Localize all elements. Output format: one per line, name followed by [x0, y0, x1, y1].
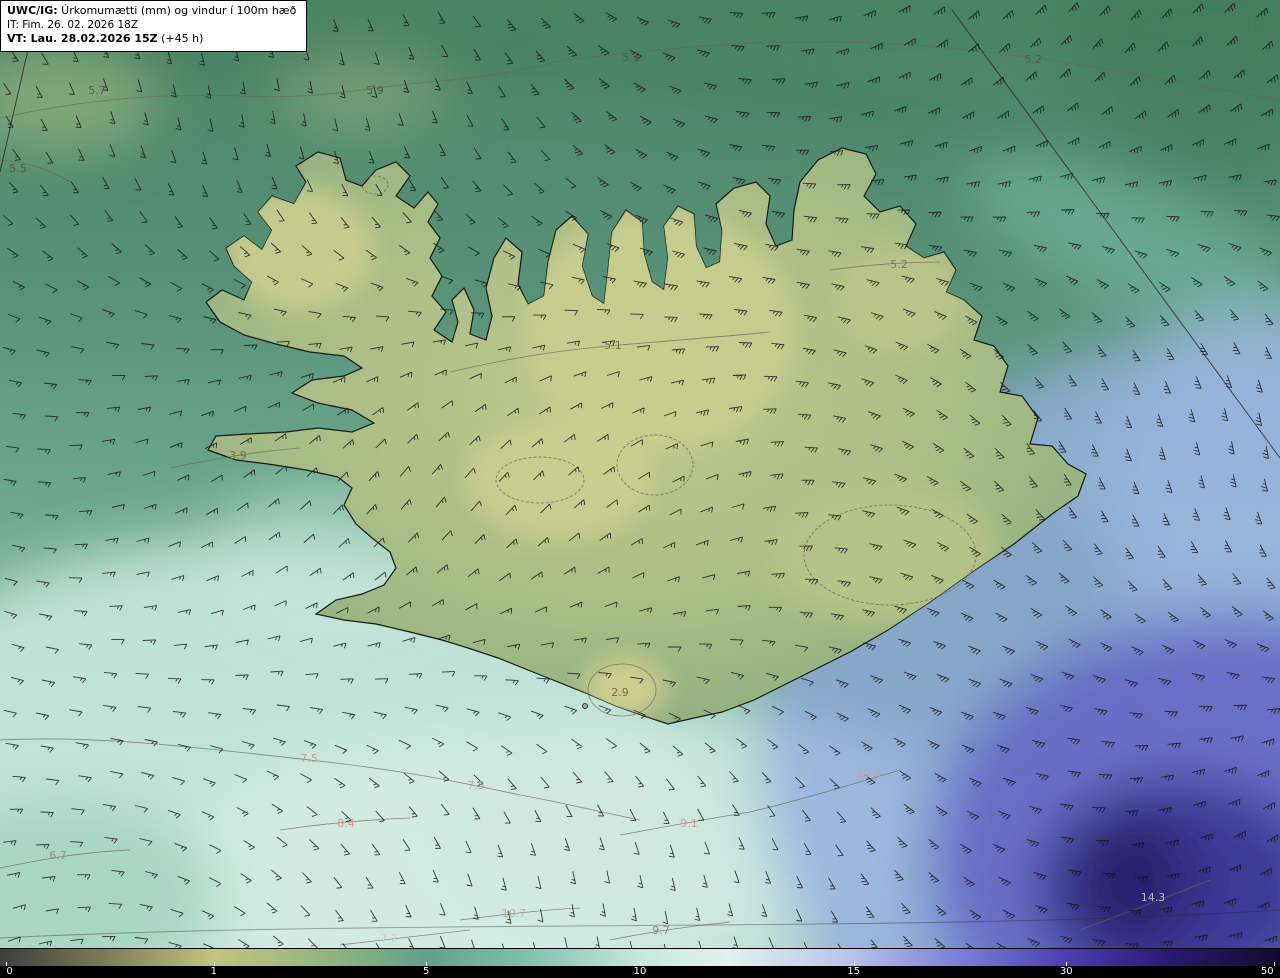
island-vestmannaeyjar: [582, 703, 588, 709]
valid-time-line: VT: Lau. 28.02.2026 15Z (+45 h): [7, 32, 296, 47]
map-title-line1: UWC/IG: Úrkomumætti (mm) og vindur í 100…: [7, 4, 296, 19]
contour-label: 7.5: [300, 752, 318, 765]
contour-label: 5.5: [9, 162, 27, 175]
contour-label: 10.7: [502, 907, 527, 920]
colorbar-ticks: 0 1 5 10 15 30 50: [0, 962, 1280, 978]
contour-label: 3.9: [229, 449, 247, 462]
init-time-line: IT: Fim. 26. 02. 2026 18Z: [7, 18, 139, 31]
contour-label: 9.1: [680, 817, 698, 830]
contour-label: 7.5: [467, 779, 485, 792]
colorbar-tick-mark: [640, 962, 641, 966]
colorbar-tick-label: 0: [6, 966, 13, 977]
contour-label: 5.1: [622, 51, 640, 64]
contour-label: 10.4: [857, 767, 882, 780]
contour-label: 9.7: [652, 924, 670, 937]
colorbar-tick-mark: [213, 962, 215, 966]
contour-label: 5.1: [604, 339, 622, 352]
valid-time-bold: VT: Lau. 28.02.2026 15Z: [7, 32, 158, 46]
colorbar-tick-mark: [853, 962, 855, 966]
colorbar-tick-mark: [426, 962, 428, 966]
model-name: UWC/IG:: [7, 4, 58, 17]
contour-label: 5.2: [1024, 53, 1042, 66]
colorbar-tick-mark: [6, 962, 8, 966]
contour-label: 5.7: [88, 84, 106, 97]
colorbar-tick-label: 5: [423, 966, 430, 977]
colorbar-tick-label: 15: [847, 966, 861, 977]
contour-label: 5.9: [366, 84, 384, 97]
colorbar-tick-label: 30: [1059, 966, 1073, 977]
map-title-text: Úrkomumætti (mm) og vindur í 100m hæð: [57, 4, 297, 17]
contour-label: 8.4: [337, 817, 355, 830]
precipitation-wind-map: 5.7 5.9 5.1 5.2 5.5 5.2 5.1 3.9 2.9 7.5 7.5 8.4 6.7 9…: [0, 0, 1280, 948]
map-area: 5.7 5.9 5.1 5.2 5.5 5.2 5.1 3.9 2.9 7.5 7.5 8.4 6.7 9…: [0, 0, 1280, 948]
valid-time-offset: (+45 h): [157, 32, 204, 46]
contour-label: 5.2: [890, 258, 908, 271]
contour-label: 7.2: [380, 932, 398, 945]
colorbar-tick-label: 1: [210, 966, 217, 977]
contour-label: 2.9: [611, 686, 629, 699]
weather-map-page: 5.7 5.9 5.1 5.2 5.5 5.2 5.1 3.9 2.9 7.5 7.5 8.4 6.7 9…: [0, 0, 1280, 978]
colorbar-tick-mark: [1273, 962, 1275, 966]
map-title-box: UWC/IG: Úrkomumætti (mm) og vindur í 100…: [0, 0, 308, 52]
colorbar-tick-label: 10: [633, 966, 647, 977]
colorbar-tick-mark: [1066, 962, 1068, 966]
contour-label: 6.7: [49, 849, 67, 862]
colorbar-tick-label: 50: [1260, 966, 1274, 977]
precipitation-colorbar: 0 1 5 10 15 30 50: [0, 948, 1280, 978]
contour-label: 14.3: [1141, 891, 1166, 904]
